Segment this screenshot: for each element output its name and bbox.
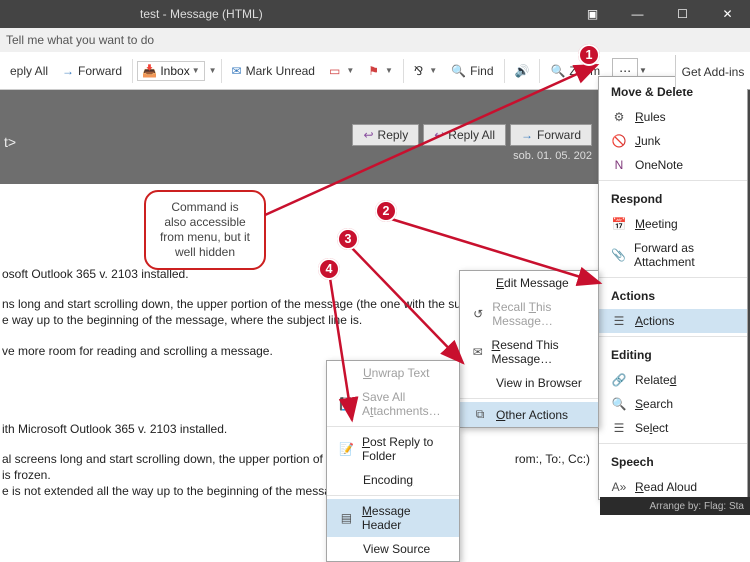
menu-item-resend[interactable]: ✉Resend This Message…: [460, 333, 598, 371]
translate-icon: ⅋: [414, 64, 423, 78]
flag-icon: ⚑: [368, 64, 379, 78]
header-date: sob. 01. 05. 202: [513, 150, 592, 162]
menu-item-select[interactable]: ☰Select: [599, 416, 747, 440]
zoom-icon: 🔍: [550, 64, 565, 78]
search-icon: 🔍: [611, 397, 627, 411]
actions-icon: ☰: [611, 314, 627, 328]
forward-button[interactable]: →Forward: [56, 61, 128, 81]
categorize-button[interactable]: ▭▼: [323, 61, 360, 81]
attach-icon: 📎: [611, 248, 626, 262]
menu-item-onenote[interactable]: NOneNote: [599, 153, 747, 177]
header-icon: ▤: [339, 511, 354, 525]
other-icon: ⧉: [472, 407, 488, 422]
menu-item-junk[interactable]: 🚫Junk: [599, 129, 747, 153]
tell-me-placeholder: Tell me what you want to do: [6, 33, 154, 47]
annotation-callout: Command is also accessible from menu, bu…: [144, 190, 266, 270]
select-icon: ☰: [611, 421, 627, 435]
maximize-icon[interactable]: ☐: [660, 0, 705, 28]
translate-button[interactable]: ⅋▼: [408, 61, 443, 81]
menu-group-title: Respond: [599, 184, 747, 212]
close-icon[interactable]: ✕: [705, 0, 750, 28]
speaker-icon: A»: [611, 480, 627, 494]
status-bar: Arrange by: Flag: Sta: [600, 497, 750, 515]
menu-item-post-reply[interactable]: 📝Post Reply to Folder: [327, 430, 459, 468]
subject-fragment: t>: [4, 134, 16, 150]
window-controls: ▣ — ☐ ✕: [570, 0, 750, 28]
annotation-marker-1: 1: [578, 44, 600, 66]
reply-all-button[interactable]: eply All: [4, 61, 54, 81]
read-aloud-ribbon-button[interactable]: 🔊: [509, 61, 536, 81]
body-line: al screens long and start scrolling down…: [0, 451, 600, 500]
menu-item-related[interactable]: 🔗Related: [599, 368, 747, 392]
save-icon: 💾: [339, 397, 354, 411]
mark-unread-button[interactable]: ✉Mark Unread: [226, 61, 321, 81]
menu-item-rules[interactable]: ⚙Rules: [599, 105, 747, 129]
move-dropdown[interactable]: ▼: [209, 66, 217, 75]
menu-item-forward-attachment[interactable]: 📎Forward as Attachment: [599, 236, 747, 274]
annotation-marker-4: 4: [318, 258, 340, 280]
zoom-button[interactable]: 🔍Zoom: [544, 61, 606, 81]
menu-item-meeting[interactable]: 📅Meeting: [599, 212, 747, 236]
menu-group-title: Editing: [599, 340, 747, 368]
menu-group-title: Speech: [599, 447, 747, 475]
related-icon: 🔗: [611, 373, 627, 387]
header-reply-button[interactable]: ↩Reply: [352, 124, 419, 146]
envelope-icon: ✉: [232, 64, 242, 78]
menu-item-edit-message[interactable]: Edit Message: [460, 271, 598, 295]
recall-icon: ↺: [472, 307, 484, 321]
restore-aux-icon[interactable]: ▣: [570, 0, 615, 28]
titlebar: test - Message (HTML) ▣ — ☐ ✕: [0, 0, 750, 28]
post-icon: 📝: [339, 442, 354, 456]
menu-item-other-actions[interactable]: ⧉Other Actions: [460, 402, 598, 427]
resend-icon: ✉: [472, 345, 484, 359]
header-forward-button[interactable]: →Forward: [510, 124, 592, 146]
annotation-marker-3: 3: [337, 228, 359, 250]
menu-item-unwrap: Unwrap Text: [327, 361, 459, 385]
menu-group-title: Actions: [599, 281, 747, 309]
tell-me-search[interactable]: Tell me what you want to do: [0, 28, 750, 52]
search-icon: 🔍: [451, 64, 466, 78]
menu-item-search[interactable]: 🔍Search: [599, 392, 747, 416]
menu-item-actions[interactable]: ☰Actions: [599, 309, 747, 333]
more-commands-menu: Move & Delete ⚙Rules 🚫Junk NOneNote Resp…: [598, 76, 748, 500]
move-to-inbox[interactable]: 📥 Inbox▼: [137, 61, 205, 81]
calendar-icon: 📅: [611, 217, 627, 231]
menu-item-read-aloud[interactable]: A»Read Aloud: [599, 475, 747, 499]
onenote-icon: N: [611, 158, 627, 172]
menu-item-recall: ↺Recall This Message…: [460, 295, 598, 333]
menu-item-message-header[interactable]: ▤Message Header: [327, 499, 459, 537]
rules-icon: ⚙: [611, 110, 627, 124]
folder-icon: 📥: [142, 64, 157, 78]
speaker-icon: 🔊: [515, 64, 530, 78]
menu-item-encoding[interactable]: Encoding: [327, 468, 459, 492]
get-addins-button[interactable]: Get Add-ins: [675, 55, 750, 89]
junk-icon: 🚫: [611, 134, 627, 148]
menu-item-save-attachments: 💾Save All Attachments…: [327, 385, 459, 423]
actions-submenu: Edit Message ↺Recall This Message… ✉Rese…: [459, 270, 599, 428]
flag-button[interactable]: ⚑▼: [362, 61, 399, 81]
find-button[interactable]: 🔍Find: [445, 61, 499, 81]
window-title: test - Message (HTML): [140, 7, 263, 21]
annotation-marker-2: 2: [375, 200, 397, 222]
minimize-icon[interactable]: —: [615, 0, 660, 28]
menu-item-view-browser[interactable]: View in Browser: [460, 371, 598, 395]
header-reply-all-button[interactable]: ↩Reply All: [423, 124, 506, 146]
category-icon: ▭: [329, 64, 340, 78]
other-actions-submenu: Unwrap Text 💾Save All Attachments… 📝Post…: [326, 360, 460, 562]
menu-item-view-source[interactable]: View Source: [327, 537, 459, 561]
